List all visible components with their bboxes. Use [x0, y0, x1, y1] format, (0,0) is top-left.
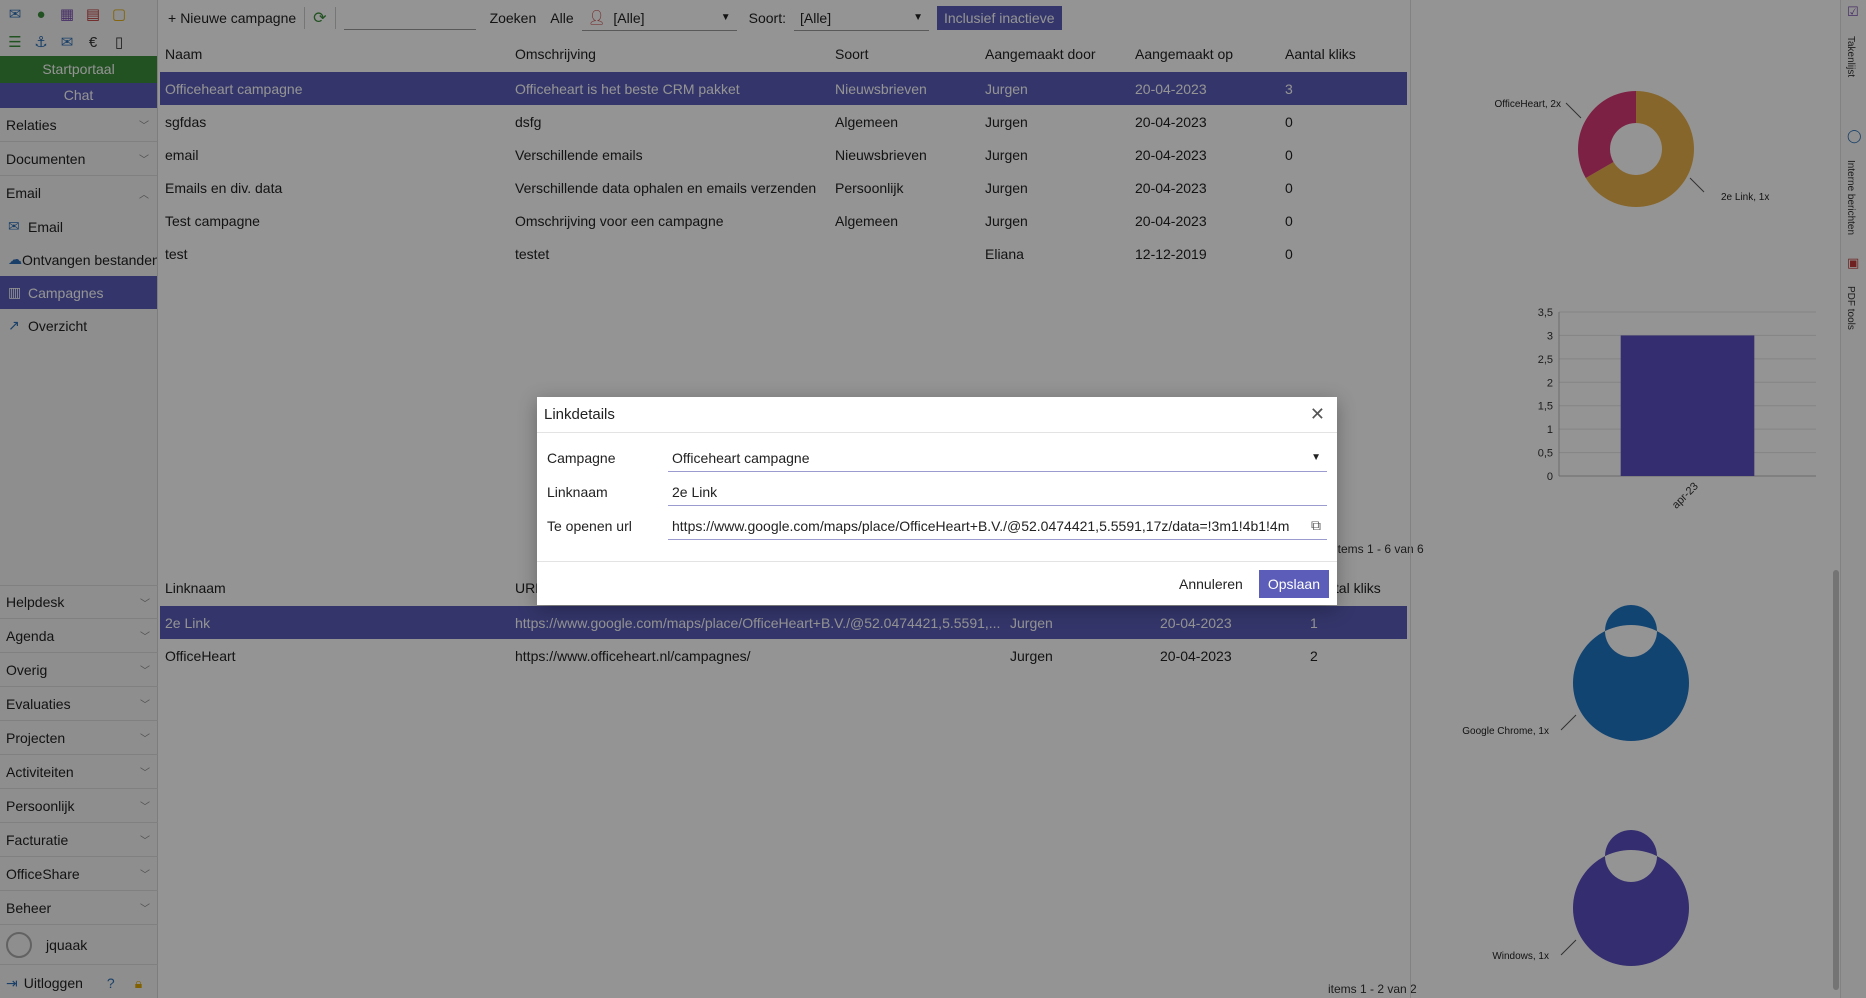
linkname-input[interactable]: 2e Link	[668, 478, 1327, 506]
campaign-select[interactable]: Officeheart campagne ▼	[668, 444, 1327, 472]
dialog-footer: Annuleren Opslaan	[537, 561, 1337, 605]
cancel-button[interactable]: Annuleren	[1173, 570, 1249, 598]
campaign-label: Campagne	[547, 450, 616, 466]
save-button[interactable]: Opslaan	[1258, 569, 1329, 598]
dialog-title: Linkdetails	[544, 406, 615, 423]
dialog-header: Linkdetails ✕	[537, 397, 1337, 433]
link-details-dialog: Linkdetails ✕ Campagne Officeheart campa…	[537, 397, 1337, 605]
campaign-value: Officeheart campagne	[672, 449, 810, 466]
url-value: https://www.google.com/maps/place/Office…	[672, 517, 1290, 534]
campaign-row: Campagne Officeheart campagne ▼	[547, 441, 1327, 475]
external-link-icon[interactable]: ⧉	[1311, 517, 1321, 534]
linkname-row: Linknaam 2e Link	[547, 475, 1327, 509]
url-input[interactable]: https://www.google.com/maps/place/Office…	[668, 512, 1327, 540]
url-row: Te openen url https://www.google.com/map…	[547, 509, 1327, 543]
dropdown-arrow-icon: ▼	[1311, 452, 1321, 463]
linkname-label: Linknaam	[547, 484, 608, 500]
close-icon[interactable]: ✕	[1310, 404, 1325, 425]
dialog-body: Campagne Officeheart campagne ▼ Linknaam…	[537, 433, 1337, 549]
linkname-value: 2e Link	[672, 483, 718, 500]
url-label: Te openen url	[547, 518, 632, 534]
